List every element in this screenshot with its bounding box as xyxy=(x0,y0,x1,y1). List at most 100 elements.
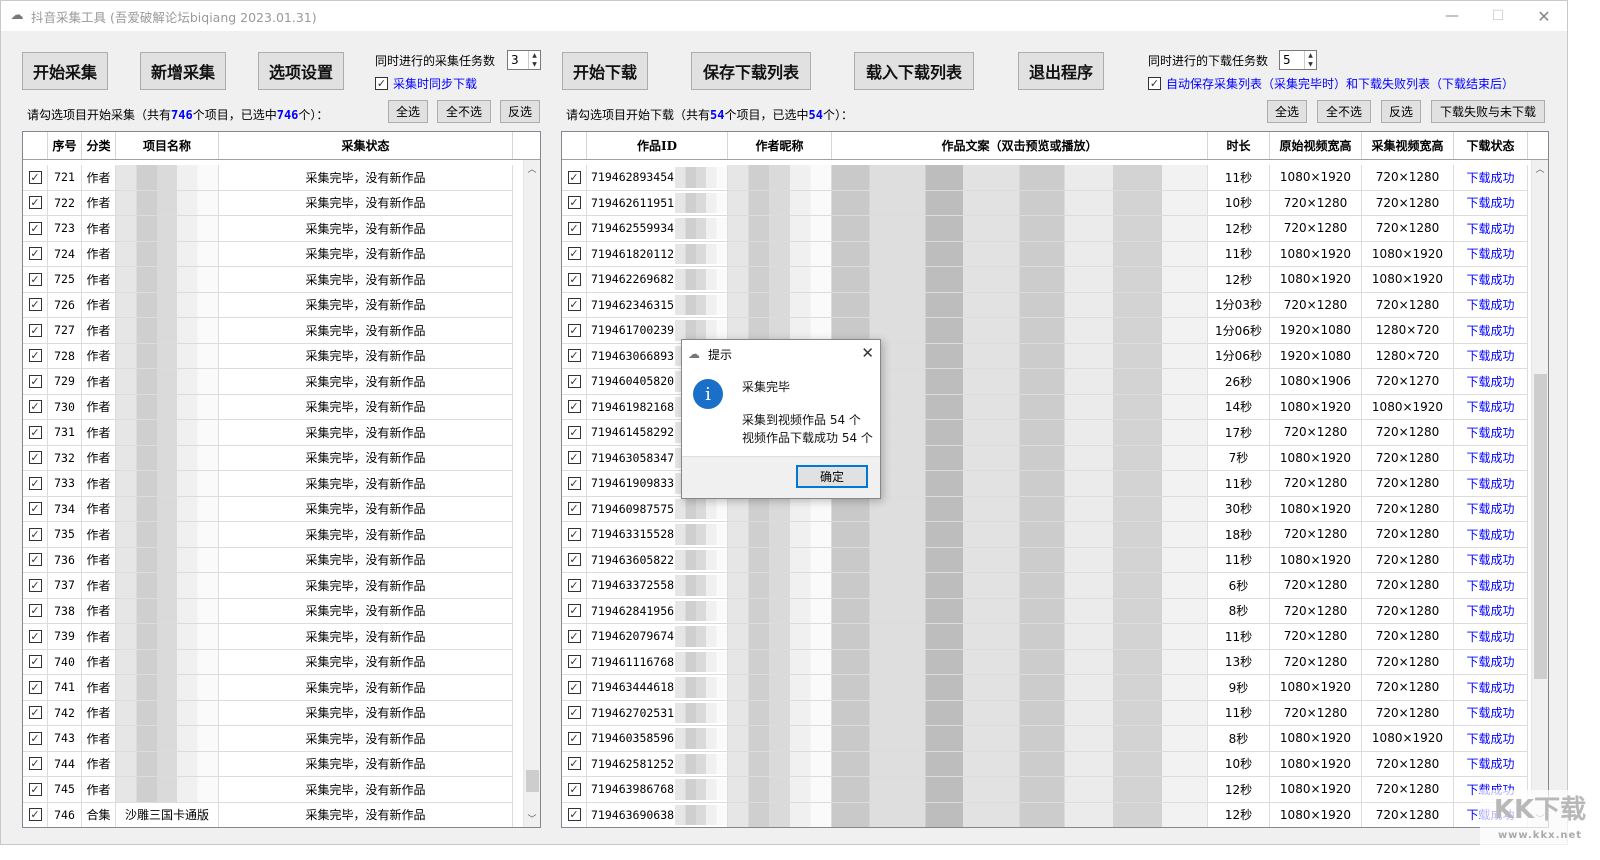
col-header-check[interactable] xyxy=(562,132,587,159)
checkbox-checked-icon[interactable]: ✓ xyxy=(567,706,581,720)
table-row[interactable]: ✓ 724 作者 采集完毕，没有新作品 xyxy=(23,241,513,267)
download-scroll-thumb[interactable] xyxy=(1534,373,1547,679)
spin-down-icon[interactable]: ▼ xyxy=(1305,60,1316,69)
row-checkbox[interactable]: ✓ xyxy=(562,445,587,470)
col-header-name[interactable]: 项目名称 xyxy=(116,132,219,159)
cell-caption[interactable] xyxy=(832,216,1208,241)
col-header-orig-size[interactable]: 原始视频宽高 xyxy=(1270,132,1362,159)
row-checkbox[interactable]: ✓ xyxy=(23,471,48,496)
checkbox-checked-icon[interactable]: ✓ xyxy=(567,221,581,235)
row-checkbox[interactable]: ✓ xyxy=(23,420,48,445)
autosave-checkbox[interactable]: ✓ 自动保存采集列表（采集完毕时）和下载失败列表（下载结束后） xyxy=(1148,75,1514,92)
cell-caption[interactable] xyxy=(832,343,1208,368)
checkbox-checked-icon[interactable]: ✓ xyxy=(567,553,581,567)
checkbox-checked-icon[interactable]: ✓ xyxy=(567,731,581,745)
checkbox-checked-icon[interactable]: ✓ xyxy=(28,553,42,567)
row-checkbox[interactable]: ✓ xyxy=(23,726,48,751)
table-row[interactable]: ✓ 719462269682 12秒 1080×1920 1080×1920 下载成功 xyxy=(562,267,1528,293)
row-checkbox[interactable]: ✓ xyxy=(562,394,587,419)
table-row[interactable]: ✓ 727 作者 采集完毕，没有新作品 xyxy=(23,318,513,344)
col-header-no[interactable]: 序号 xyxy=(48,132,82,159)
checkbox-checked-icon[interactable]: ✓ xyxy=(28,374,42,388)
scroll-down-icon[interactable]: ﹀ xyxy=(524,810,540,827)
cell-caption[interactable] xyxy=(832,522,1208,547)
cell-dl-status[interactable]: 下载成功 xyxy=(1454,241,1528,266)
cell-dl-status[interactable]: 下载成功 xyxy=(1454,522,1528,547)
table-row[interactable]: ✓ 737 作者 采集完毕，没有新作品 xyxy=(23,573,513,599)
cell-dl-status[interactable]: 下载成功 xyxy=(1454,165,1528,190)
spin-up-icon[interactable]: ▲ xyxy=(529,51,540,60)
cell-caption[interactable] xyxy=(832,496,1208,521)
cell-dl-status[interactable]: 下载成功 xyxy=(1454,496,1528,521)
col-header-caption[interactable]: 作品文案（双击预览或播放） xyxy=(832,132,1208,159)
start-download-button[interactable]: 开始下载 xyxy=(562,52,648,90)
cell-dl-status[interactable]: 下载成功 xyxy=(1454,216,1528,241)
table-row[interactable]: ✓ 732 作者 采集完毕，没有新作品 xyxy=(23,445,513,471)
scroll-up-icon[interactable]: ︿ xyxy=(524,160,540,177)
cell-caption[interactable] xyxy=(832,547,1208,572)
exit-button[interactable]: 退出程序 xyxy=(1018,52,1104,90)
row-checkbox[interactable]: ✓ xyxy=(562,751,587,776)
checkbox-checked-icon[interactable]: ✓ xyxy=(567,808,581,822)
checkbox-checked-icon[interactable]: ✓ xyxy=(28,604,42,618)
cell-caption[interactable] xyxy=(832,726,1208,751)
minimize-button[interactable]: — xyxy=(1429,1,1475,31)
checkbox-checked-icon[interactable]: ✓ xyxy=(567,527,581,541)
cell-dl-status[interactable]: 下载成功 xyxy=(1454,318,1528,343)
cell-caption[interactable] xyxy=(832,267,1208,292)
cell-caption[interactable] xyxy=(832,649,1208,674)
row-checkbox[interactable]: ✓ xyxy=(562,471,587,496)
checkbox-checked-icon[interactable]: ✓ xyxy=(567,374,581,388)
row-checkbox[interactable]: ✓ xyxy=(562,190,587,215)
download-concurrency-spinner[interactable]: 5 ▲ ▼ xyxy=(1279,50,1317,70)
start-collect-button[interactable]: 开始采集 xyxy=(22,52,108,90)
col-header-check[interactable] xyxy=(23,132,48,159)
table-row[interactable]: ✓ 719461116768 13秒 720×1280 720×1280 下载成功 xyxy=(562,649,1528,675)
checkbox-checked-icon[interactable]: ✓ xyxy=(567,604,581,618)
collect-invert-button[interactable]: 反选 xyxy=(500,100,540,123)
cell-caption[interactable] xyxy=(832,624,1208,649)
collect-select-none-button[interactable]: 全不选 xyxy=(437,100,491,123)
cell-caption[interactable] xyxy=(832,598,1208,623)
row-checkbox[interactable]: ✓ xyxy=(23,241,48,266)
cell-caption[interactable] xyxy=(832,241,1208,266)
checkbox-checked-icon[interactable]: ✓ xyxy=(28,808,42,822)
checkbox-checked-icon[interactable]: ✓ xyxy=(567,323,581,337)
row-checkbox[interactable]: ✓ xyxy=(23,522,48,547)
row-checkbox[interactable]: ✓ xyxy=(562,547,587,572)
col-header-coll-size[interactable]: 采集视频宽高 xyxy=(1362,132,1454,159)
checkbox-checked-icon[interactable]: ✓ xyxy=(28,655,42,669)
download-failed-filter-button[interactable]: 下载失败与未下载 xyxy=(1431,100,1545,123)
table-row[interactable]: ✓ 738 作者 采集完毕，没有新作品 xyxy=(23,598,513,624)
download-select-all-button[interactable]: 全选 xyxy=(1267,100,1307,123)
table-row[interactable]: ✓ 725 作者 采集完毕，没有新作品 xyxy=(23,267,513,293)
cell-caption[interactable] xyxy=(832,318,1208,343)
row-checkbox[interactable]: ✓ xyxy=(23,573,48,598)
row-checkbox[interactable]: ✓ xyxy=(23,318,48,343)
checkbox-checked-icon[interactable]: ✓ xyxy=(28,706,42,720)
table-row[interactable]: ✓ 743 作者 采集完毕，没有新作品 xyxy=(23,726,513,752)
table-row[interactable]: ✓ 719463444618 9秒 1080×1920 720×1280 下载成功 xyxy=(562,675,1528,701)
cell-caption[interactable] xyxy=(832,445,1208,470)
cell-caption[interactable] xyxy=(832,471,1208,496)
row-checkbox[interactable]: ✓ xyxy=(23,598,48,623)
row-checkbox[interactable]: ✓ xyxy=(562,496,587,521)
table-row[interactable]: ✓ 719462346315 1分03秒 720×1280 720×1280 下载成功 xyxy=(562,292,1528,318)
checkbox-checked-icon[interactable]: ✓ xyxy=(28,400,42,414)
cell-dl-status[interactable]: 下载成功 xyxy=(1454,267,1528,292)
row-checkbox[interactable]: ✓ xyxy=(23,165,48,190)
cell-dl-status[interactable]: 下载成功 xyxy=(1454,471,1528,496)
table-row[interactable]: ✓ 728 作者 采集完毕，没有新作品 xyxy=(23,343,513,369)
col-header-id[interactable]: 作品ID xyxy=(587,132,728,159)
row-checkbox[interactable]: ✓ xyxy=(562,420,587,445)
table-row[interactable]: ✓ 719463372558 6秒 720×1280 720×1280 下载成功 xyxy=(562,573,1528,599)
row-checkbox[interactable]: ✓ xyxy=(562,624,587,649)
checkbox-checked-icon[interactable]: ✓ xyxy=(567,272,581,286)
ok-button[interactable]: 确定 xyxy=(796,465,868,488)
checkbox-checked-icon[interactable]: ✓ xyxy=(28,425,42,439)
checkbox-checked-icon[interactable]: ✓ xyxy=(567,451,581,465)
table-row[interactable]: ✓ 719462702531 11秒 720×1280 720×1280 下载成功 xyxy=(562,700,1528,726)
row-checkbox[interactable]: ✓ xyxy=(23,496,48,521)
dialog-close-icon[interactable]: ✕ xyxy=(861,344,874,362)
row-checkbox[interactable]: ✓ xyxy=(562,802,587,827)
